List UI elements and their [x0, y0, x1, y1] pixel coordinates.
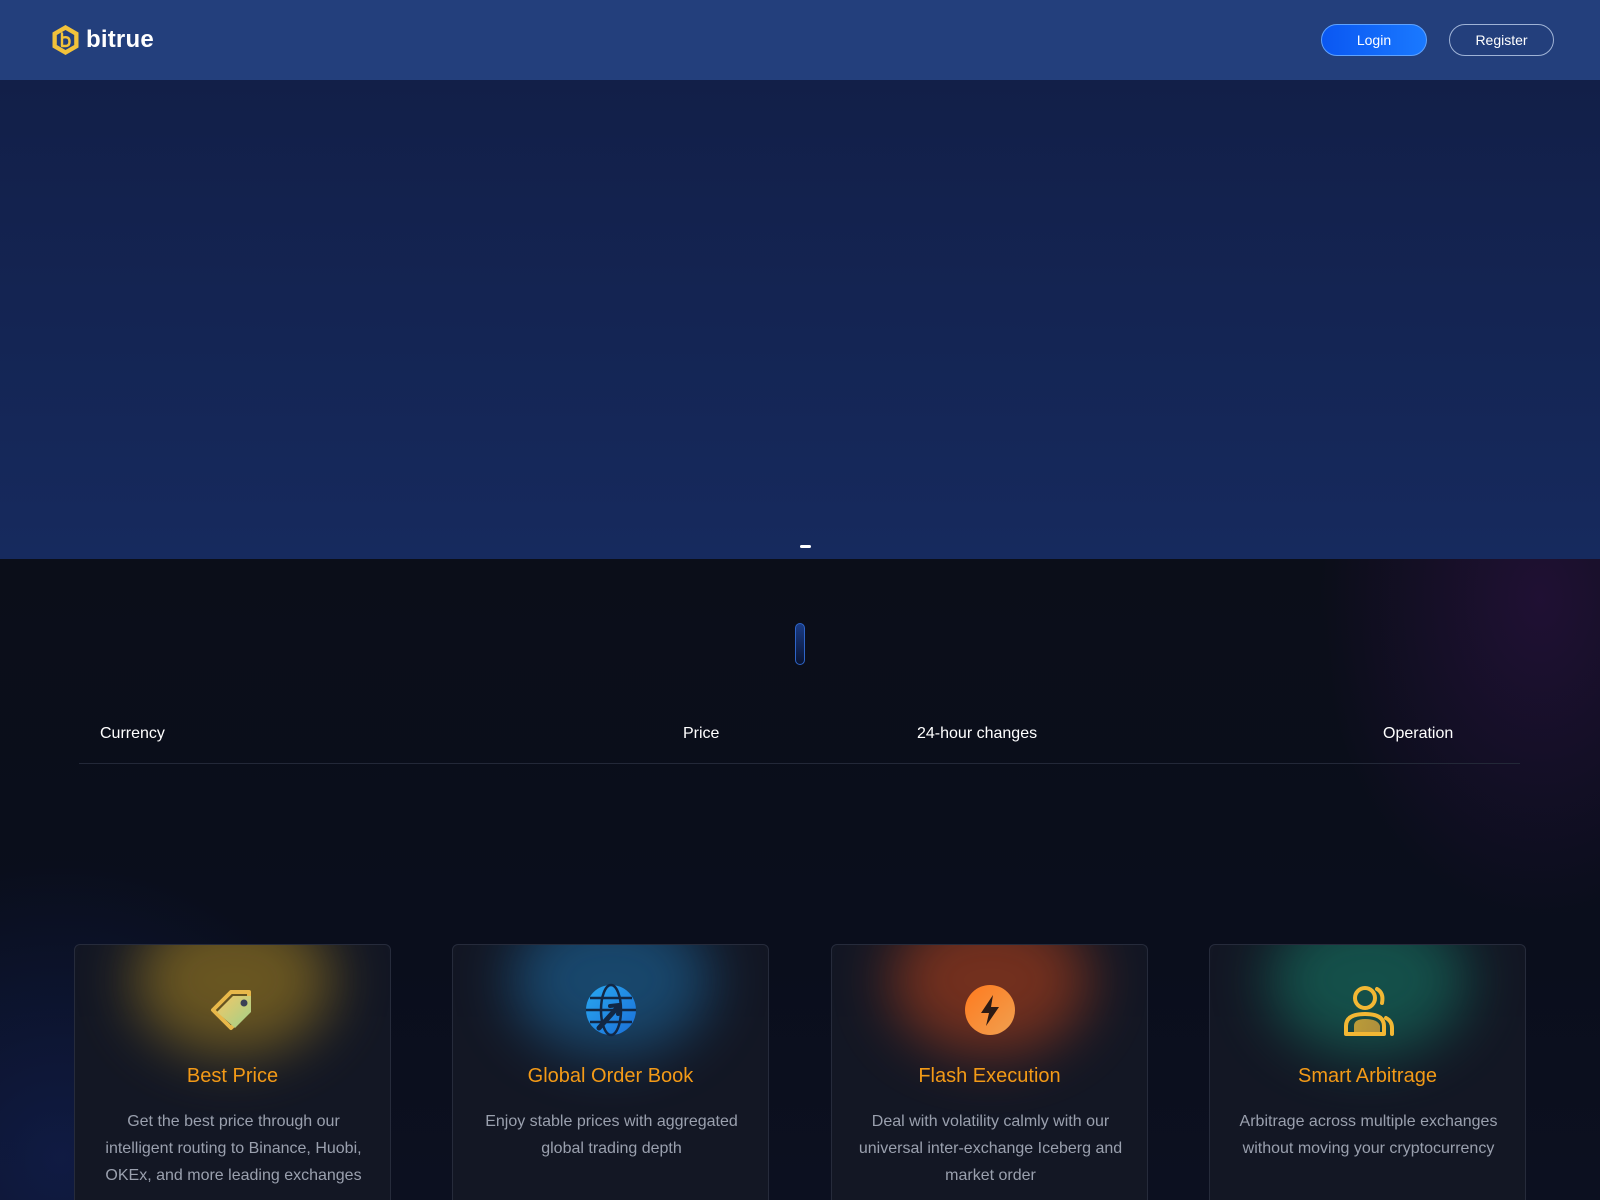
register-button[interactable]: Register: [1449, 24, 1554, 56]
hero-banner: [0, 80, 1600, 559]
main-content: Currency Price 24-hour changes Operation…: [0, 559, 1600, 1200]
carousel-indicator[interactable]: [800, 545, 811, 548]
market-table-header: Currency Price 24-hour changes Operation: [79, 724, 1520, 764]
card-description: Arbitrage across multiple exchanges with…: [1239, 1113, 1498, 1157]
card-title: Global Order Book: [527, 1065, 694, 1087]
users-icon: [1336, 978, 1400, 1042]
card-title: Smart Arbitrage: [1298, 1065, 1437, 1087]
card-title: Flash Execution: [918, 1065, 1061, 1087]
feature-card-best-price: Best Price Get the best price through ou…: [74, 944, 391, 1200]
brand-logo[interactable]: bitrue: [51, 24, 154, 56]
column-24h-change: 24-hour changes: [917, 725, 1038, 742]
brand-name: bitrue: [86, 26, 154, 53]
globe-icon: [579, 978, 643, 1042]
card-description: Deal with volatility calmly with our uni…: [858, 1113, 1123, 1184]
card-description: Enjoy stable prices with aggregated glob…: [485, 1113, 738, 1157]
feature-card-smart-arbitrage: Smart Arbitrage Arbitrage across multipl…: [1209, 944, 1526, 1200]
auth-buttons: Login Register: [1321, 24, 1554, 56]
feature-card-flash-execution: Flash Execution Deal with volatility cal…: [831, 944, 1148, 1200]
card-description: Get the best price through our intellige…: [105, 1113, 362, 1184]
loading-indicator: [795, 623, 805, 665]
card-title: Best Price: [186, 1065, 279, 1087]
column-currency: Currency: [100, 725, 165, 742]
login-button[interactable]: Login: [1321, 24, 1427, 56]
column-price: Price: [683, 725, 720, 742]
price-tag-icon: [201, 978, 265, 1042]
lightning-icon: [958, 978, 1022, 1042]
top-navbar: bitrue Login Register: [0, 0, 1600, 80]
bitrue-logo-icon: [52, 25, 79, 55]
column-operation: Operation: [1383, 725, 1454, 742]
feature-card-global-order-book: Global Order Book Enjoy stable prices wi…: [452, 944, 769, 1200]
